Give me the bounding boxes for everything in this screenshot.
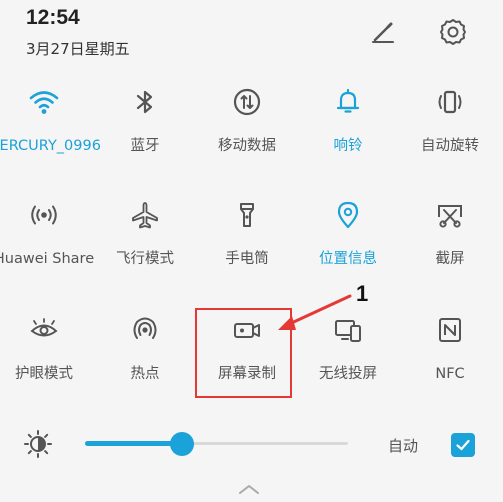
slider-fill: [85, 441, 183, 446]
nfc-icon: [439, 318, 461, 342]
tile-label: 蓝牙: [130, 138, 160, 154]
tile-bluetooth[interactable]: 蓝牙: [95, 84, 195, 184]
pencil-icon: [372, 22, 394, 43]
bluetooth-icon: [136, 90, 153, 114]
brightness-slider[interactable]: [85, 432, 348, 456]
brightness-icon: [24, 430, 52, 458]
wifi-icon: [29, 91, 59, 114]
tile-label: 自动旋转: [421, 138, 479, 154]
location-icon: [337, 201, 359, 229]
clock-time: 12:54: [26, 6, 80, 29]
screenshot-icon: [438, 205, 462, 228]
hotspot-icon: [133, 317, 157, 339]
tile-label: 无线投屏: [319, 366, 377, 382]
eye-icon: [30, 318, 58, 337]
auto-rotate-icon: [438, 90, 462, 114]
flashlight-icon: [240, 203, 254, 227]
huawei-share-icon: [31, 205, 57, 225]
tile-mobile-data[interactable]: 移动数据: [197, 84, 297, 184]
airplane-icon: [132, 202, 158, 229]
auto-brightness-label: 自动: [388, 437, 419, 455]
wireless-projection-icon: [335, 320, 361, 342]
settings-button[interactable]: [433, 12, 473, 52]
tile-label: 手电筒: [225, 251, 269, 267]
tile-wireless-projection[interactable]: 无线投屏: [298, 312, 398, 412]
chevron-up-icon[interactable]: [237, 482, 261, 496]
tile-auto-rotate[interactable]: 自动旋转: [400, 84, 500, 184]
bell-icon: [336, 88, 360, 113]
auto-brightness-checkbox[interactable]: [451, 433, 475, 457]
date-text: 3月27日星期五: [26, 40, 130, 58]
mobile-data-icon: [233, 88, 261, 116]
tile-screenshot[interactable]: 截屏: [400, 197, 500, 297]
tile-hotspot[interactable]: 热点: [95, 312, 195, 412]
tile-label: 截屏: [435, 251, 465, 267]
checkmark-icon: [456, 439, 470, 451]
tile-nfc[interactable]: NFC: [400, 312, 500, 412]
tile-label: 热点: [130, 366, 160, 382]
tile-airplane-mode[interactable]: 飞行模式: [95, 197, 195, 297]
annotation-number: 1: [356, 281, 369, 306]
slider-thumb[interactable]: [170, 432, 195, 456]
tile-flashlight[interactable]: 手电筒: [197, 197, 297, 297]
notification-header: 12:54 3月27日星期五: [0, 0, 503, 70]
tile-label: 位置信息: [319, 251, 377, 267]
tile-wifi[interactable]: MERCURY_0996: [0, 84, 101, 184]
tile-eye-comfort[interactable]: 护眼模式: [0, 312, 94, 412]
tile-label: 响铃: [333, 138, 363, 154]
tile-label: 移动数据: [218, 138, 276, 154]
tile-label: 飞行模式: [116, 251, 174, 267]
tile-ring[interactable]: 响铃: [298, 84, 398, 184]
gear-icon: [440, 19, 466, 45]
edit-button[interactable]: [363, 12, 403, 52]
tile-huawei-share[interactable]: Huawei Share: [0, 197, 94, 297]
annotation-highlight-box: [195, 308, 292, 398]
tile-label: NFC: [435, 366, 465, 382]
tile-location[interactable]: 位置信息: [298, 197, 398, 297]
